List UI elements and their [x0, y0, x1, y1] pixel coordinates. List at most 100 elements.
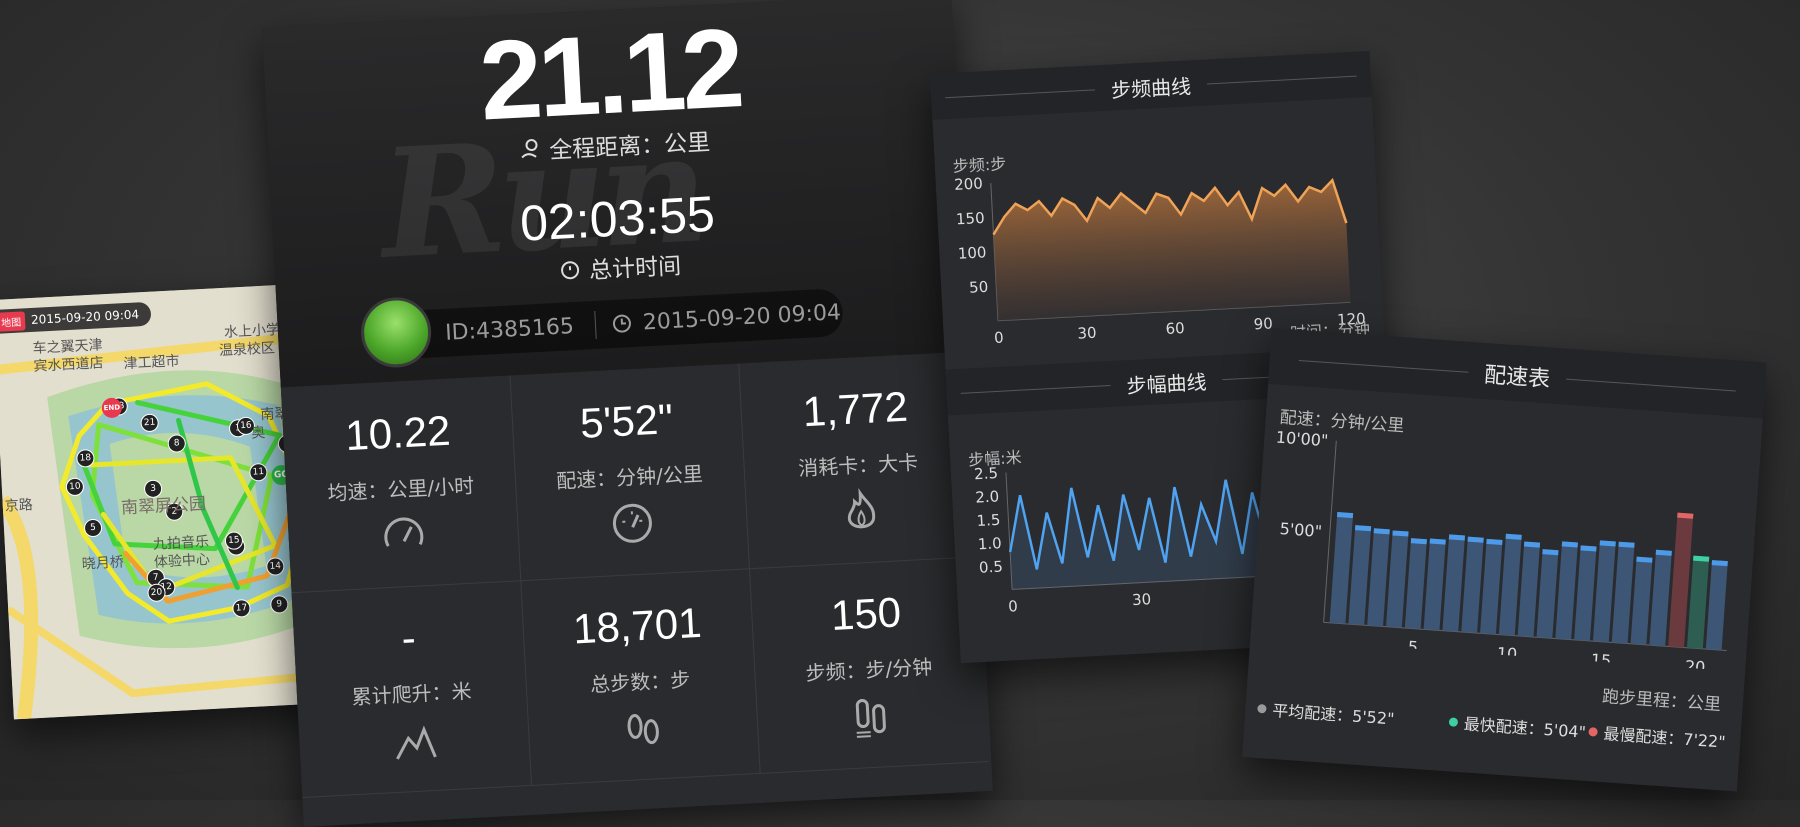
stat-calories: 1,772 消耗卡：大卡 [738, 351, 978, 570]
x-tick-label: 60 [1165, 319, 1185, 338]
start-time: 2015-09-20 09:04 [642, 299, 842, 335]
map-label: 津工超市 [123, 353, 180, 373]
stat-value: 1,772 [801, 382, 909, 436]
legend-fast-label: 最快配速：5'04" [1463, 714, 1587, 742]
pace-bar [1480, 538, 1503, 635]
y-tick-label: 10'00" [1275, 428, 1329, 450]
x-tick-label: 30 [1132, 590, 1152, 609]
pace-bar [1423, 538, 1446, 631]
map-label: 奥 [250, 424, 266, 442]
stride-title: 步幅曲线 [1125, 369, 1208, 399]
stat-value: 18,701 [571, 598, 703, 653]
y-tick-label: 100 [957, 243, 987, 262]
duration-label: 总计时间 [588, 253, 682, 285]
shoe-prints-icon [855, 699, 886, 738]
x-tick-label: 90 [1253, 314, 1273, 333]
pace-bar [1649, 549, 1672, 647]
stat-label: 消耗卡：大卡 [797, 450, 919, 481]
user-id: ID:4385165 [444, 313, 575, 346]
pace-bar [1404, 538, 1427, 630]
legend-avg-label: 平均配速：5'52" [1271, 700, 1395, 729]
gauge-icon [612, 503, 652, 543]
pace-bar [1574, 545, 1597, 641]
x-tick-label: 10 [1496, 643, 1518, 663]
y-tick-label: 1.5 [976, 511, 1001, 530]
stat-avg-speed: 10.22 均速：公里/小时 [280, 375, 522, 594]
stopwatch-icon [561, 261, 580, 280]
stat-value: 150 [829, 588, 903, 639]
x-tick-label: 0 [1008, 597, 1018, 615]
y-tick-label: 0.5 [979, 557, 1004, 576]
pace-bar [1517, 541, 1541, 637]
y-axis [1005, 472, 1013, 590]
pace-bar [1611, 541, 1635, 644]
stat-label: 均速：公里/小时 [326, 473, 475, 506]
divider [594, 310, 597, 339]
map-label: 京路 [4, 497, 34, 515]
x-tick-label: 20 [1684, 657, 1706, 672]
map-badge: 地图 [0, 310, 26, 332]
legend-avg: 平均配速：5'52" [1257, 696, 1396, 730]
pace-bar [1592, 540, 1616, 643]
flame-icon [847, 488, 875, 529]
stat-label: 总步数：步 [589, 667, 691, 697]
legend-slow: 最慢配速：7'22" [1588, 719, 1727, 753]
map-label: 南翠屏公园 [120, 494, 207, 519]
pace-bar [1386, 530, 1409, 628]
y-tick-label: 5'00" [1279, 519, 1323, 541]
pace-bar [1348, 525, 1372, 626]
route-pin-icon [520, 139, 537, 159]
pace-bar [1461, 536, 1484, 634]
legend-slow-label: 最慢配速：7'22" [1602, 724, 1727, 752]
pace-bar [1705, 560, 1728, 651]
slow-dot-icon [1588, 726, 1598, 737]
y-tick-label: 200 [954, 174, 984, 193]
pace-bar [1686, 555, 1710, 649]
x-tick-label: 15 [1590, 650, 1612, 670]
pace-bar [1555, 541, 1578, 640]
pace-bar [1367, 528, 1390, 627]
cadence-title: 步频曲线 [1110, 74, 1192, 103]
y-tick-label: 50 [969, 278, 989, 297]
speedometer-icon [383, 517, 423, 547]
user-info[interactable]: ID:4385165 2015-09-20 09:04 [359, 288, 844, 370]
stat-value: 5'52" [578, 395, 675, 447]
y-tick-label: 2.0 [975, 487, 1000, 506]
x-tick-label: 5 [1407, 637, 1418, 657]
pace-xlabel: 跑步里程：公里 [1601, 686, 1722, 716]
stat-climb: - 累计爬升：米 [291, 580, 533, 798]
footprints-icon [627, 713, 659, 745]
climb-icon [395, 725, 437, 760]
map-timestamp: 2015-09-20 09:04 [30, 307, 140, 327]
pace-bar [1442, 534, 1465, 632]
pace-bar [1498, 533, 1522, 636]
pace-card: 配速表 配速：分钟/公里 5'00" 10'00" 5 10 15 20 跑步里程：公里 … [1242, 328, 1767, 792]
stat-steps: 18,701 总步数：步 [520, 568, 761, 786]
legend-fast: 最快配速：5'04" [1448, 709, 1587, 743]
map-label: 晓月桥 [81, 554, 125, 573]
y-tick-label: 150 [956, 209, 986, 228]
map-label: 体验中心 [153, 551, 211, 571]
stat-label: 配速：分钟/公里 [555, 461, 704, 494]
stat-value: 10.22 [344, 406, 452, 460]
stat-pace: 5'52" 配速：分钟/公里 [509, 363, 750, 582]
stat-cadence: 150 步频：步/分钟 [748, 556, 989, 774]
y-tick-label: 2.5 [974, 464, 999, 483]
map-label: 温泉校区 [218, 340, 276, 360]
map-label: 宾水西道店 [33, 355, 104, 375]
stats-grid: 10.22 均速：公里/小时 5'52" 配速：分钟/公里 1,772 消耗卡：… [280, 351, 993, 827]
run-summary-card: Run 21.12 全程距离：公里 02:03:55 总计时间 ID:43851… [262, 0, 993, 827]
pace-bar [1630, 556, 1653, 645]
x-tick-label: 30 [1077, 324, 1097, 343]
pace-chart: 5'00" 10'00" 5 10 15 20 [1275, 428, 1728, 672]
y-tick-label: 1.0 [977, 534, 1002, 553]
avg-dot-icon [1257, 703, 1267, 714]
pace-bar [1536, 549, 1559, 639]
avatar[interactable] [359, 295, 433, 370]
stat-value: - [400, 613, 417, 662]
pace-title: 配速表 [1483, 362, 1551, 393]
clock-icon [612, 314, 631, 333]
fast-dot-icon [1448, 716, 1459, 727]
summary-hero: Run 21.12 全程距离：公里 02:03:55 总计时间 ID:43851… [262, 0, 970, 388]
x-tick-label: 0 [994, 329, 1004, 347]
